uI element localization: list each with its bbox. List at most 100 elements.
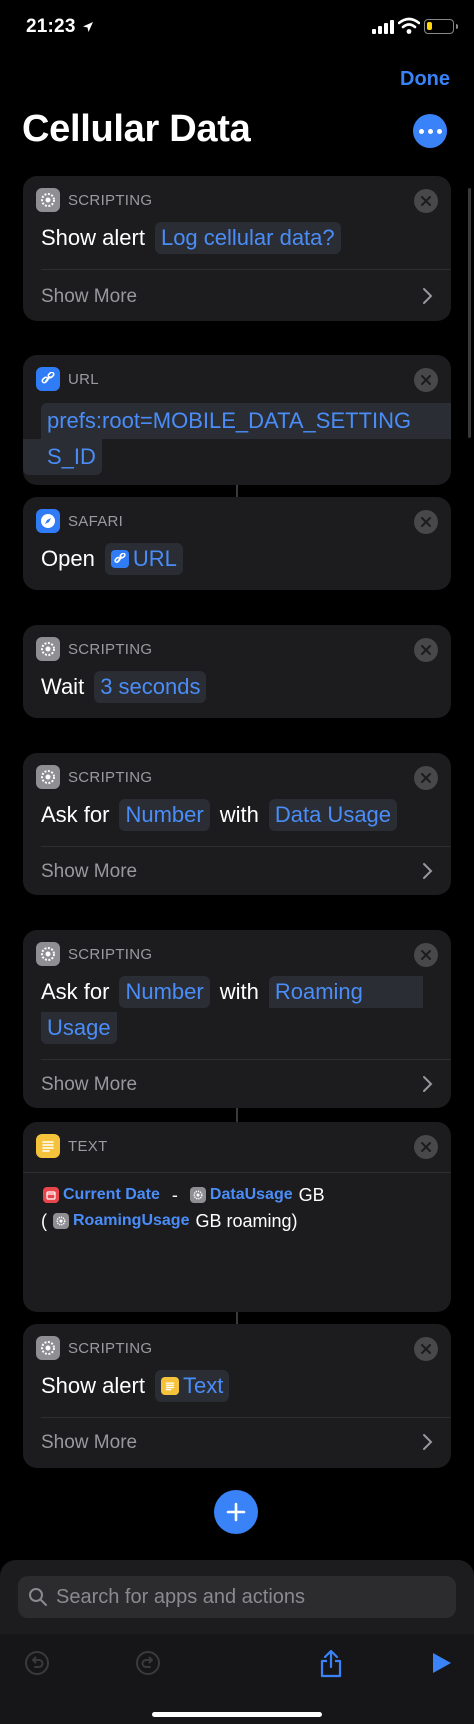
location-arrow-icon bbox=[83, 22, 93, 32]
gear-icon bbox=[36, 1336, 60, 1360]
cellular-signal-icon bbox=[372, 20, 394, 34]
status-bar: 21:23 bbox=[0, 0, 474, 56]
compass-icon bbox=[36, 509, 60, 533]
home-indicator bbox=[152, 1712, 322, 1717]
variable-label: DataUsage bbox=[209, 1186, 293, 1203]
current-date-variable[interactable]: Current Date bbox=[43, 1182, 160, 1208]
share-icon bbox=[320, 1649, 342, 1678]
data-usage-variable[interactable]: DataUsage bbox=[189, 1182, 293, 1208]
remove-action-button[interactable] bbox=[414, 189, 438, 213]
action-category: SCRIPTING bbox=[68, 945, 153, 963]
action-verb: Show alert bbox=[41, 1373, 145, 1398]
chevron-right-icon bbox=[423, 1434, 433, 1450]
battery-icon bbox=[424, 19, 458, 34]
action-joiner: with bbox=[219, 979, 259, 1004]
search-input[interactable]: Search for apps and actions bbox=[56, 1586, 305, 1609]
action-verb: Wait bbox=[41, 674, 85, 699]
plus-icon bbox=[226, 1502, 246, 1522]
action-verb: Show alert bbox=[41, 225, 145, 250]
action-joiner: with bbox=[219, 802, 259, 827]
remove-action-button[interactable] bbox=[414, 766, 438, 790]
variable-label: Current Date bbox=[63, 1186, 160, 1203]
status-time: 21:23 bbox=[26, 16, 76, 37]
action-card-url[interactable]: URL prefs:root=MOBILE_DATA_SETTING S_ID bbox=[23, 355, 451, 485]
gear-icon bbox=[36, 188, 60, 212]
show-more-button[interactable]: Show More bbox=[41, 1074, 137, 1096]
prompt-token[interactable]: Data Usage bbox=[268, 799, 398, 831]
input-type-token[interactable]: Number bbox=[119, 976, 210, 1008]
add-action-button[interactable] bbox=[214, 1490, 258, 1534]
calendar-icon bbox=[43, 1187, 59, 1203]
input-type-token[interactable]: Number bbox=[119, 799, 210, 831]
text-unit: GB bbox=[298, 1185, 325, 1205]
action-category: SCRIPTING bbox=[68, 1339, 153, 1357]
show-more-button[interactable]: Show More bbox=[41, 861, 137, 883]
text-separator: - bbox=[171, 1185, 178, 1205]
roaming-usage-variable[interactable]: RoamingUsage bbox=[53, 1208, 189, 1234]
action-category: TEXT bbox=[68, 1137, 108, 1155]
action-verb: Ask for bbox=[41, 802, 110, 827]
action-category: SAFARI bbox=[68, 512, 124, 530]
editor-toolbar bbox=[0, 1634, 474, 1724]
action-card-show-alert-text[interactable]: SCRIPTING Show alert Text Show More bbox=[23, 1324, 451, 1468]
remove-action-button[interactable] bbox=[414, 638, 438, 662]
remove-action-button[interactable] bbox=[414, 510, 438, 534]
undo-button[interactable] bbox=[22, 1648, 52, 1678]
more-options-button[interactable] bbox=[413, 114, 447, 148]
redo-icon bbox=[136, 1651, 160, 1675]
text-icon bbox=[160, 1377, 179, 1395]
wait-duration-token[interactable]: 3 seconds bbox=[94, 671, 207, 703]
redo-button[interactable] bbox=[133, 1648, 163, 1678]
chevron-right-icon bbox=[423, 288, 433, 304]
remove-action-button[interactable] bbox=[414, 1337, 438, 1361]
action-verb: Open bbox=[41, 546, 95, 571]
prompt-token-line-2[interactable]: Usage bbox=[41, 1012, 117, 1044]
action-card-ask-data-usage[interactable]: SCRIPTING Ask for Number with Data Usage… bbox=[23, 753, 451, 895]
text-icon bbox=[36, 1134, 60, 1158]
url-value-field[interactable]: prefs:root=MOBILE_DATA_SETTING S_ID bbox=[23, 403, 451, 475]
text-open-paren: ( bbox=[41, 1211, 47, 1231]
show-more-button[interactable]: Show More bbox=[41, 286, 137, 308]
remove-action-button[interactable] bbox=[414, 1135, 438, 1159]
gear-icon bbox=[36, 942, 60, 966]
gear-icon bbox=[189, 1187, 206, 1203]
action-category: SCRIPTING bbox=[68, 640, 153, 658]
show-more-button[interactable]: Show More bbox=[41, 1432, 137, 1454]
action-search-panel: Search for apps and actions bbox=[0, 1560, 474, 1724]
text-tail: GB roaming) bbox=[195, 1211, 298, 1231]
scroll-indicator[interactable] bbox=[468, 188, 471, 438]
action-category: SCRIPTING bbox=[68, 768, 153, 786]
action-category: SCRIPTING bbox=[68, 191, 153, 209]
action-card-wait[interactable]: SCRIPTING Wait 3 seconds bbox=[23, 625, 451, 718]
gear-icon bbox=[53, 1213, 69, 1229]
text-variable-label: Text bbox=[182, 1373, 224, 1398]
share-button[interactable] bbox=[316, 1648, 346, 1678]
action-verb: Ask for bbox=[41, 979, 110, 1004]
link-icon bbox=[36, 367, 60, 391]
chevron-right-icon bbox=[423, 863, 433, 879]
run-button[interactable] bbox=[426, 1648, 456, 1678]
chevron-right-icon bbox=[423, 1076, 433, 1092]
wifi-icon bbox=[398, 17, 420, 34]
page-title: Cellular Data bbox=[22, 108, 251, 150]
search-field[interactable]: Search for apps and actions bbox=[18, 1576, 456, 1618]
url-variable-token[interactable]: URL bbox=[104, 543, 183, 575]
prompt-token-line-1[interactable]: Roaming bbox=[268, 976, 423, 1008]
url-variable-label: URL bbox=[132, 546, 177, 571]
action-card-text[interactable]: TEXT Current Date - DataUsage GB (Roami… bbox=[23, 1122, 451, 1312]
action-card-open-url[interactable]: SAFARI Open URL bbox=[23, 497, 451, 590]
link-icon bbox=[110, 550, 129, 568]
remove-action-button[interactable] bbox=[414, 368, 438, 392]
action-card-ask-roaming-usage[interactable]: SCRIPTING Ask for Number with Roaming Us… bbox=[23, 930, 451, 1108]
alert-message-token[interactable]: Log cellular data? bbox=[154, 222, 341, 254]
variable-label: RoamingUsage bbox=[73, 1212, 190, 1229]
remove-action-button[interactable] bbox=[414, 943, 438, 967]
url-value-line-2: S_ID bbox=[23, 439, 102, 475]
done-button[interactable]: Done bbox=[400, 68, 450, 91]
undo-icon bbox=[25, 1651, 49, 1675]
gear-icon bbox=[36, 765, 60, 789]
text-variable-token[interactable]: Text bbox=[154, 1370, 230, 1402]
action-card-show-alert[interactable]: SCRIPTING Show alert Log cellular data? … bbox=[23, 176, 451, 321]
url-value-line-1: prefs:root=MOBILE_DATA_SETTING bbox=[41, 403, 451, 439]
text-content-field[interactable]: Current Date - DataUsage GB ( RoamingUsa… bbox=[41, 1182, 441, 1234]
